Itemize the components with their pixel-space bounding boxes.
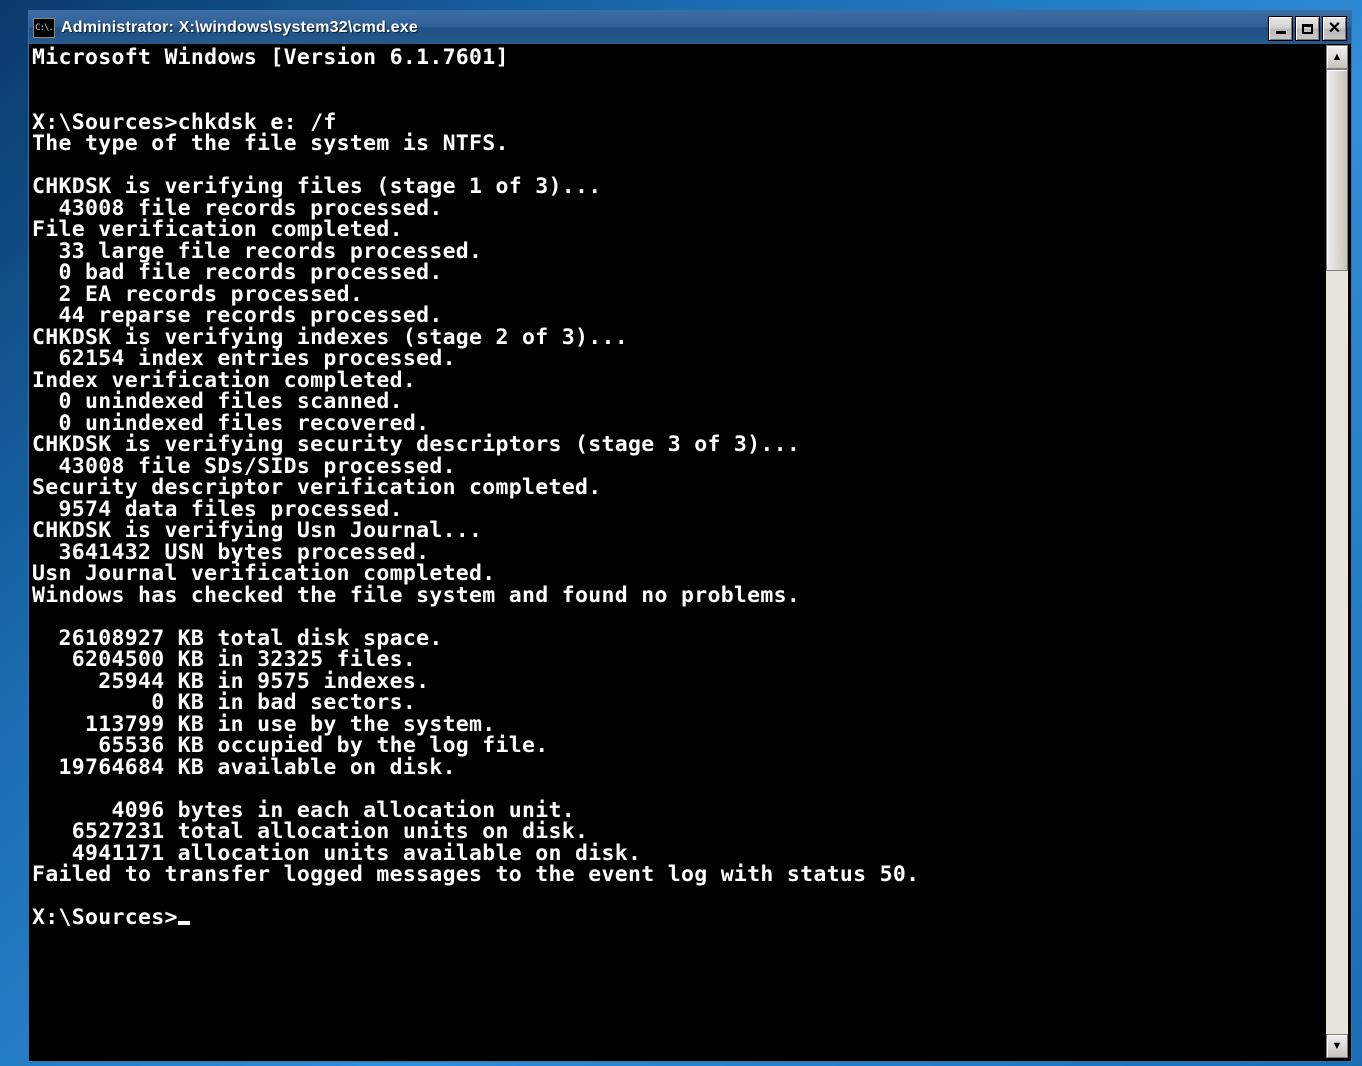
scroll-down-button[interactable]: ▼ (1326, 1034, 1348, 1058)
window-title: Administrator: X:\windows\system32\cmd.e… (61, 19, 1266, 37)
minimize-button[interactable] (1268, 16, 1293, 41)
cmd-window: C:\. Administrator: X:\windows\system32\… (28, 10, 1352, 1062)
cursor (178, 921, 190, 925)
titlebar[interactable]: C:\. Administrator: X:\windows\system32\… (29, 11, 1351, 45)
client-area: Microsoft Windows [Version 6.1.7601] X:\… (32, 45, 1348, 1058)
maximize-button[interactable] (1295, 16, 1320, 41)
minimize-icon (1276, 31, 1286, 34)
scroll-thumb[interactable] (1326, 69, 1348, 271)
vertical-scrollbar[interactable]: ▲ ▼ (1325, 45, 1348, 1058)
close-button[interactable]: ✕ (1322, 16, 1347, 41)
window-controls: ✕ (1266, 16, 1347, 39)
close-icon: ✕ (1328, 21, 1341, 37)
maximize-icon (1302, 24, 1313, 34)
scroll-up-button[interactable]: ▲ (1326, 45, 1348, 69)
console-prompt: X:\Sources> (32, 905, 178, 930)
console-output[interactable]: Microsoft Windows [Version 6.1.7601] X:\… (32, 45, 1325, 1058)
console-text: Microsoft Windows [Version 6.1.7601] X:\… (32, 45, 919, 887)
system-menu-icon[interactable]: C:\. (33, 18, 55, 38)
scroll-track[interactable] (1326, 69, 1348, 1034)
